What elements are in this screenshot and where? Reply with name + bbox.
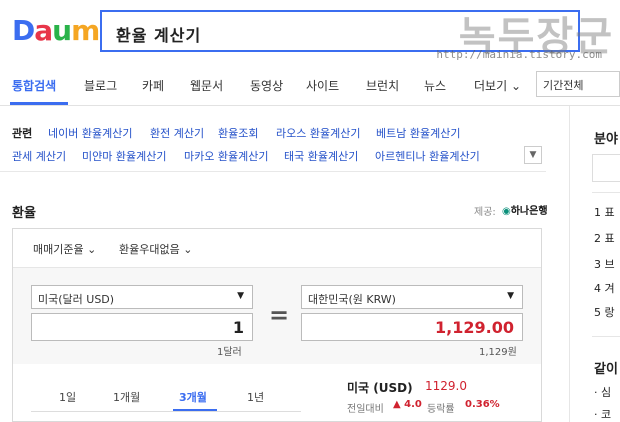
logo-letter: m <box>71 14 100 47</box>
chevron-down-icon: ▼ <box>237 291 244 301</box>
provider-label: 제공: <box>474 207 496 218</box>
exchange-calculator: 매매기준율 ⌄ 환율우대없음 ⌄ 미국(달러 USD) ▼ 1 1달러 = 대한… <box>12 228 542 422</box>
related-searches: 관련 네이버 환율계산기 환전 계산기 환율조회 라오스 환율계산기 베트남 환… <box>0 106 546 172</box>
sidebar-divider <box>592 192 620 193</box>
sidebar-rank-item[interactable]: 2 표 <box>594 230 615 246</box>
pct-value: 0.36% <box>465 399 500 410</box>
period-tabs-baseline <box>31 411 301 412</box>
from-unit-label: 1달러 <box>217 347 242 358</box>
related-link[interactable]: 미얀마 환율계산기 <box>82 148 166 164</box>
tab-web[interactable]: 웹문서 <box>190 77 223 94</box>
related-title: 관련 <box>12 127 33 140</box>
from-currency-value: 미국(달러 USD) <box>38 293 115 306</box>
chevron-down-icon: ⌄ <box>87 243 97 256</box>
watermark-url: http://mainia.tistory.com <box>436 48 602 61</box>
period-tab-1m[interactable]: 1개월 <box>113 389 140 405</box>
sidebar-title: 같이 <box>594 362 618 377</box>
logo-letter: D <box>12 14 35 47</box>
period-select[interactable]: 기간전체 <box>536 71 620 97</box>
sidebar-rank-item[interactable]: 1 표 <box>594 204 615 220</box>
period-select-value: 기간전체 <box>543 79 584 92</box>
logo-letter: a <box>34 14 53 47</box>
to-unit-label: 1,129원 <box>479 347 517 358</box>
sidebar-rank-item[interactable]: 5 랑 <box>594 304 615 320</box>
tab-all[interactable]: 통합검색 <box>12 77 56 94</box>
preferential-dropdown[interactable]: 환율우대없음 ⌄ <box>119 241 192 257</box>
period-tab-1d[interactable]: 1일 <box>59 389 76 405</box>
sidebar-rank-item[interactable]: 4 겨 <box>594 280 615 296</box>
sidebar-title: 분야 <box>594 132 618 147</box>
bank-name: 하나은행 <box>510 206 548 217</box>
tab-blog[interactable]: 블로그 <box>84 77 117 94</box>
search-query: 환율 계산기 <box>116 26 202 45</box>
rate-value: 1129.0 <box>425 379 467 393</box>
related-link[interactable]: 관세 계산기 <box>12 148 66 164</box>
related-link[interactable]: 라오스 환율계산기 <box>276 125 360 141</box>
related-link[interactable]: 환율조회 <box>218 125 258 141</box>
equals-icon: = <box>269 301 290 329</box>
bank-logo[interactable]: ◉하나은행 <box>502 202 548 217</box>
chevron-down-icon: ▼ <box>529 150 537 160</box>
chevron-down-icon: ▼ <box>507 291 514 301</box>
related-link[interactable]: 베트남 환율계산기 <box>376 125 460 141</box>
related-link[interactable]: 아르헨티나 환율계산기 <box>375 148 480 164</box>
tab-cafe[interactable]: 카페 <box>142 77 164 94</box>
related-link[interactable]: 환전 계산기 <box>150 125 204 141</box>
bank-logo-icon: ◉ <box>502 206 511 217</box>
sidebar-item[interactable]: · 심 <box>594 384 611 400</box>
period-tab-3m[interactable]: 3개월 <box>179 389 207 405</box>
expand-related-button[interactable]: ▼ <box>524 146 542 164</box>
tab-site[interactable]: 사이트 <box>306 77 339 94</box>
related-link[interactable]: 마카오 환율계산기 <box>184 148 268 164</box>
tab-video[interactable]: 동영상 <box>250 77 283 94</box>
chevron-down-icon: ⌄ <box>183 243 193 256</box>
rate-type-dropdown[interactable]: 매매기준율 ⌄ <box>33 241 96 257</box>
pct-label: 등락률 <box>427 404 455 415</box>
from-currency-select[interactable]: 미국(달러 USD) ▼ <box>31 285 253 309</box>
sidebar-divider <box>569 106 570 422</box>
more-tab[interactable]: 더보기 ⌄ <box>474 77 521 94</box>
rate-type-label: 매매기준율 <box>33 243 84 256</box>
exchange-title: 환율 <box>12 206 36 221</box>
to-currency-value: 대한민국(원 KRW) <box>308 293 396 306</box>
to-amount-input[interactable]: 1,129.00 <box>301 313 523 341</box>
change-value: ▲ 4.0 <box>393 399 422 410</box>
daum-logo[interactable]: Daum <box>12 14 100 47</box>
change-label: 전일대비 <box>347 404 384 415</box>
tab-news[interactable]: 뉴스 <box>424 77 446 94</box>
to-currency-select[interactable]: 대한민국(원 KRW) ▼ <box>301 285 523 309</box>
related-link[interactable]: 네이버 환율계산기 <box>48 125 132 141</box>
header: Daum 환율 계산기 녹두장군 http://mainia.tistory.c… <box>0 0 620 62</box>
active-period-indicator <box>173 409 217 411</box>
active-tab-indicator <box>10 102 68 105</box>
sidebar-divider <box>592 336 620 337</box>
more-label: 더보기 <box>474 79 508 93</box>
related-link[interactable]: 태국 환율계산기 <box>284 148 358 164</box>
rate-currency-name: 미국 (USD) <box>347 381 413 395</box>
sidebar-rank-item[interactable]: 3 브 <box>594 256 615 272</box>
sidebar-box <box>592 154 620 182</box>
preferential-label: 환율우대없음 <box>119 243 180 256</box>
logo-letter: u <box>52 14 72 47</box>
from-amount-input[interactable]: 1 <box>31 313 253 341</box>
chevron-down-icon: ⌄ <box>510 79 522 93</box>
tab-brunch[interactable]: 브런치 <box>366 77 399 94</box>
sidebar-item[interactable]: · 코 <box>594 406 611 422</box>
search-tabs: 통합검색 블로그 카페 웹문서 동영상 사이트 브런치 뉴스 더보기 ⌄ 기간전… <box>0 62 620 106</box>
period-tab-1y[interactable]: 1년 <box>247 389 264 405</box>
